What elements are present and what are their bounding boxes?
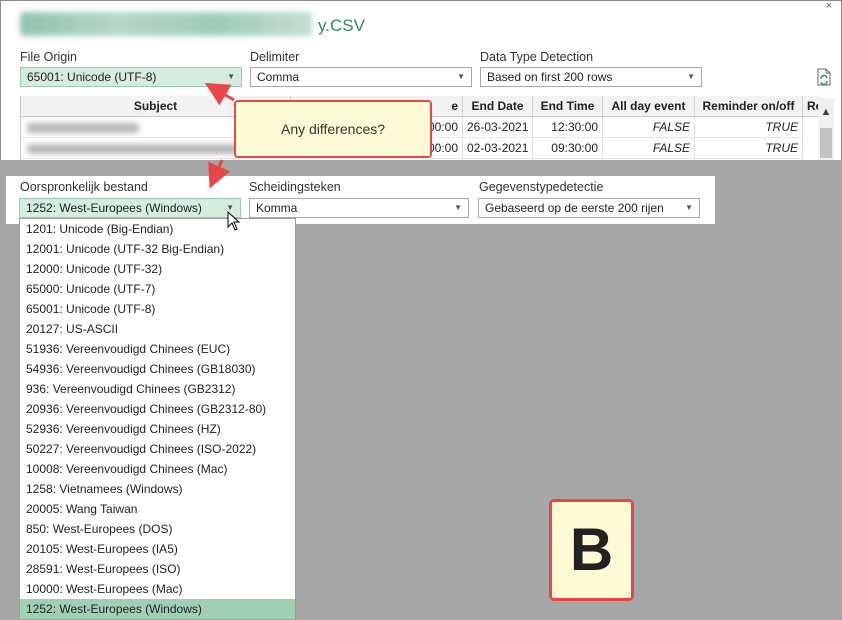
callout-any-differences: Any differences?	[234, 100, 432, 158]
label-badge-b: B	[549, 499, 634, 601]
annotation-arrows	[204, 82, 235, 189]
arrow-to-origin-nl	[208, 159, 231, 189]
arrow-to-file-origin	[204, 82, 235, 106]
